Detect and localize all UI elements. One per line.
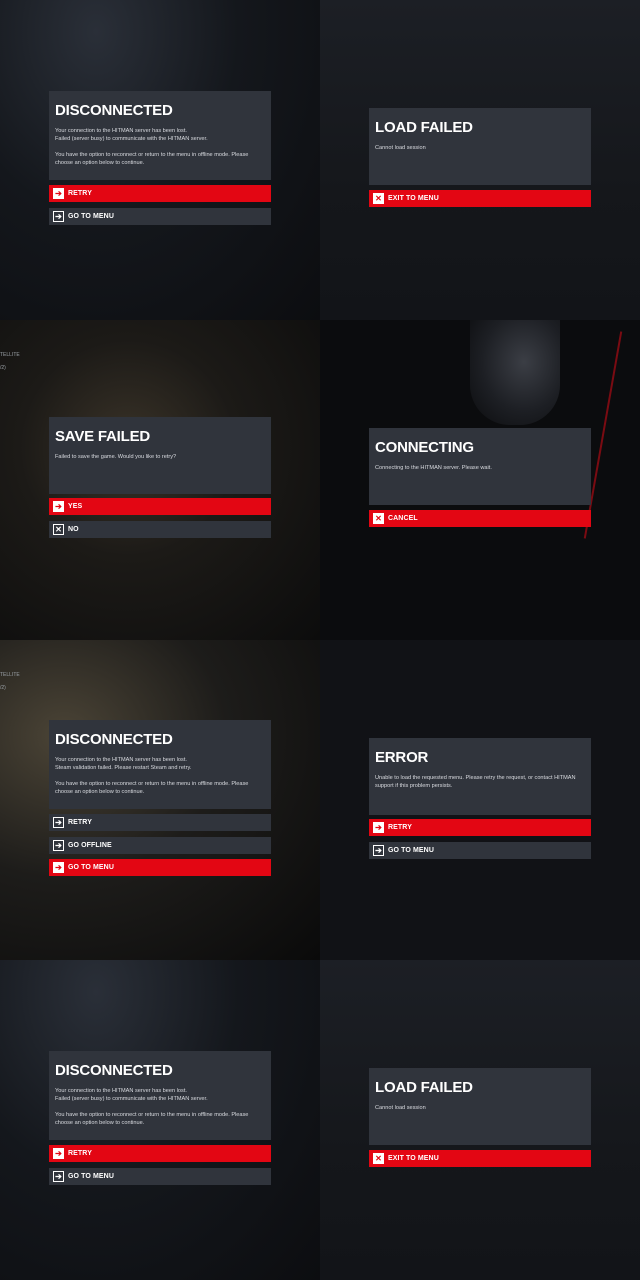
arrow-right-icon: ➔	[53, 188, 64, 199]
dialog-title: LOAD FAILED	[375, 1079, 473, 1096]
arrow-right-icon: ➔	[53, 840, 64, 851]
go-offline-button[interactable]: ➔ GO OFFLINE	[49, 837, 271, 854]
dialog-title: DISCONNECTED	[55, 102, 173, 119]
dialog-title: DISCONNECTED	[55, 731, 173, 748]
button-label: GO TO MENU	[68, 213, 114, 220]
close-icon: ✕	[373, 193, 384, 204]
screen-load-failed-2: LOAD FAILED Cannot load session ✕ EXIT T…	[320, 960, 640, 1280]
button-label: RETRY	[388, 824, 412, 831]
go-to-menu-button[interactable]: ➔ GO TO MENU	[49, 1168, 271, 1185]
button-label: YES	[68, 503, 83, 510]
dialog-message: Cannot load session	[375, 145, 426, 151]
dialog-panel: CONNECTING Connecting to the HITMAN serv…	[369, 428, 591, 505]
button-label: GO TO MENU	[68, 864, 114, 871]
close-icon: ✕	[373, 513, 384, 524]
button-label: EXIT TO MENU	[388, 195, 439, 202]
dialog-panel: LOAD FAILED Cannot load session	[369, 108, 591, 185]
exit-to-menu-button[interactable]: ✕ EXIT TO MENU	[369, 190, 591, 207]
retry-button[interactable]: ➔ RETRY	[49, 185, 271, 202]
close-icon: ✕	[53, 524, 64, 535]
retry-button[interactable]: ➔ RETRY	[49, 814, 271, 831]
dialog-message: Failed to save the game. Would you like …	[55, 454, 177, 460]
button-label: GO TO MENU	[388, 847, 434, 854]
dialog-message: Cannot load session	[375, 1105, 426, 1111]
retry-button[interactable]: ➔ RETRY	[49, 1145, 271, 1162]
hud-text: TELLITE	[0, 352, 20, 358]
arrow-right-icon: ➔	[53, 211, 64, 222]
button-label: EXIT TO MENU	[388, 1155, 439, 1162]
arrow-right-icon: ➔	[53, 1148, 64, 1159]
retry-button[interactable]: ➔ RETRY	[369, 819, 591, 836]
yes-button[interactable]: ➔ YES	[49, 498, 271, 515]
no-button[interactable]: ✕ NO	[49, 521, 271, 538]
screen-save-failed: TELLITE /2) SAVE FAILED Failed to save t…	[0, 320, 320, 640]
screen-disconnected-1: DISCONNECTED Your connection to the HITM…	[0, 0, 320, 320]
dialog-message: Connecting to the HITMAN server. Please …	[375, 465, 492, 471]
button-label: GO TO MENU	[68, 1173, 114, 1180]
dialog-panel: SAVE FAILED Failed to save the game. Wou…	[49, 417, 271, 494]
hud-text: /2)	[0, 685, 6, 691]
arrow-right-icon: ➔	[373, 845, 384, 856]
dialog-panel: DISCONNECTED Your connection to the HITM…	[49, 720, 271, 809]
button-label: GO OFFLINE	[68, 842, 112, 849]
dialog-message: Your connection to the HITMAN server has…	[55, 128, 249, 167]
arrow-right-icon: ➔	[373, 822, 384, 833]
arrow-right-icon: ➔	[53, 862, 64, 873]
screen-error: ERROR Unable to load the requested menu.…	[320, 640, 640, 960]
dialog-panel: DISCONNECTED Your connection to the HITM…	[49, 1051, 271, 1140]
exit-to-menu-button[interactable]: ✕ EXIT TO MENU	[369, 1150, 591, 1167]
dialog-message: Your connection to the HITMAN server has…	[55, 1088, 249, 1127]
hud-text: TELLITE	[0, 672, 20, 678]
arrow-right-icon: ➔	[53, 501, 64, 512]
button-label: CANCEL	[388, 515, 418, 522]
dialog-message: Unable to load the requested menu. Pleas…	[375, 775, 576, 790]
arrow-right-icon: ➔	[53, 1171, 64, 1182]
dialog-title: LOAD FAILED	[375, 119, 473, 136]
cancel-button[interactable]: ✕ CANCEL	[369, 510, 591, 527]
button-label: NO	[68, 526, 79, 533]
dialog-message: Your connection to the HITMAN server has…	[55, 757, 249, 796]
screen-connecting: CONNECTING Connecting to the HITMAN serv…	[320, 320, 640, 640]
screen-load-failed-1: LOAD FAILED Cannot load session ✕ EXIT T…	[320, 0, 640, 320]
dialog-panel: ERROR Unable to load the requested menu.…	[369, 738, 591, 815]
dialog-title: ERROR	[375, 749, 429, 766]
hooded-figure	[470, 320, 560, 425]
dialog-panel: DISCONNECTED Your connection to the HITM…	[49, 91, 271, 180]
screen-disconnected-3: DISCONNECTED Your connection to the HITM…	[0, 960, 320, 1280]
go-to-menu-button[interactable]: ➔ GO TO MENU	[49, 208, 271, 225]
go-to-menu-button[interactable]: ➔ GO TO MENU	[369, 842, 591, 859]
hud-text: /2)	[0, 365, 6, 371]
arrow-right-icon: ➔	[53, 817, 64, 828]
dialog-panel: LOAD FAILED Cannot load session	[369, 1068, 591, 1145]
dialog-title: CONNECTING	[375, 439, 474, 456]
button-label: RETRY	[68, 1150, 92, 1157]
dialog-title: DISCONNECTED	[55, 1062, 173, 1079]
close-icon: ✕	[373, 1153, 384, 1164]
button-label: RETRY	[68, 819, 92, 826]
dialog-title: SAVE FAILED	[55, 428, 151, 445]
go-to-menu-button[interactable]: ➔ GO TO MENU	[49, 859, 271, 876]
screen-disconnected-2: TELLITE /2) DISCONNECTED Your connection…	[0, 640, 320, 960]
button-label: RETRY	[68, 190, 92, 197]
